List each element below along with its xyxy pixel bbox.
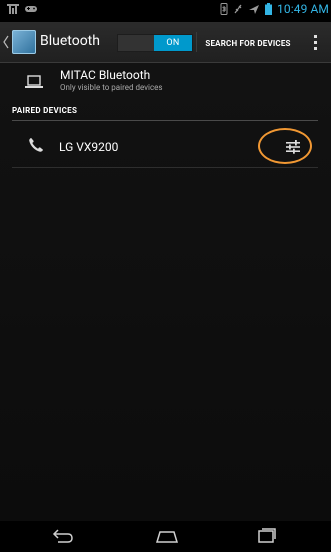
battery-icon bbox=[265, 3, 273, 15]
airplane-icon bbox=[248, 3, 260, 15]
device-settings-icon[interactable] bbox=[283, 137, 303, 157]
up-caret-icon[interactable] bbox=[3, 34, 9, 50]
content: MITAC Bluetooth Only visible to paired d… bbox=[0, 63, 331, 521]
overflow-menu-icon[interactable] bbox=[308, 32, 322, 52]
status-right: 10:49 AM bbox=[220, 2, 329, 16]
paired-device-name: LG VX9200 bbox=[59, 140, 119, 154]
paired-device-row[interactable]: LG VX9200 bbox=[0, 125, 331, 167]
vibrate-icon bbox=[233, 3, 243, 15]
status-bar: 10:49 AM bbox=[0, 0, 331, 22]
bluetooth-toggle[interactable]: ON bbox=[117, 34, 193, 52]
this-device-row[interactable]: MITAC Bluetooth Only visible to paired d… bbox=[0, 63, 331, 101]
this-device-visibility: Only visible to paired devices bbox=[60, 83, 163, 92]
laptop-icon bbox=[25, 74, 43, 93]
bluetooth-settings-app-icon[interactable] bbox=[12, 30, 36, 54]
toggle-on-label: ON bbox=[154, 35, 192, 51]
row-divider bbox=[12, 167, 318, 168]
gamepad-icon bbox=[25, 5, 37, 13]
phone-icon bbox=[28, 137, 44, 157]
back-icon[interactable] bbox=[52, 528, 74, 548]
paired-devices-header: PAIRED DEVICES bbox=[12, 106, 318, 121]
recent-apps-icon[interactable] bbox=[257, 528, 277, 548]
action-divider bbox=[196, 32, 197, 52]
bluetooth-icon bbox=[220, 3, 228, 15]
navigation-bar bbox=[0, 521, 331, 552]
action-bar: Bluetooth ON SEARCH FOR DEVICES bbox=[0, 22, 331, 63]
signal-icon bbox=[7, 4, 19, 14]
search-for-devices-button[interactable]: SEARCH FOR DEVICES bbox=[198, 34, 298, 52]
screen: 10:49 AM Bluetooth ON SEARCH FOR DEVICES bbox=[0, 0, 331, 552]
home-icon[interactable] bbox=[155, 528, 179, 548]
status-time: 10:49 AM bbox=[277, 2, 329, 16]
page-title[interactable]: Bluetooth bbox=[40, 33, 100, 49]
status-left bbox=[7, 4, 37, 14]
this-device-name: MITAC Bluetooth bbox=[60, 68, 151, 82]
